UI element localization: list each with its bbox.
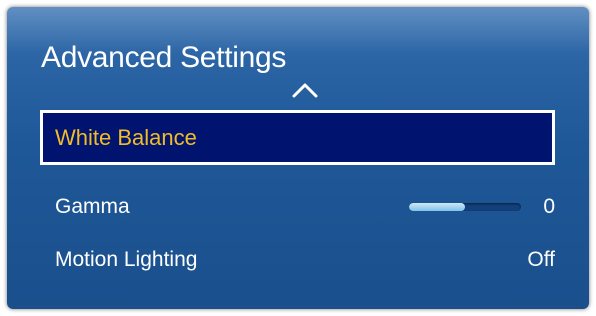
- menu-item-white-balance[interactable]: White Balance: [40, 110, 555, 165]
- menu-item-motion-lighting[interactable]: Motion Lighting Off: [40, 236, 555, 284]
- advanced-settings-panel: Advanced Settings White Balance Gamma 0 …: [7, 7, 589, 309]
- menu-item-label: Motion Lighting: [55, 248, 198, 271]
- gamma-slider[interactable]: [409, 203, 522, 211]
- menu-item-label: White Balance: [55, 124, 197, 150]
- motion-lighting-value: Off: [527, 248, 555, 271]
- menu-item-gamma[interactable]: Gamma 0: [40, 183, 555, 231]
- panel-title: Advanced Settings: [41, 41, 287, 74]
- chevron-up-icon[interactable]: [291, 81, 319, 99]
- gamma-value: 0: [543, 195, 555, 218]
- gamma-slider-fill: [409, 203, 466, 211]
- gamma-control: 0: [409, 195, 555, 219]
- menu-item-label: Gamma: [55, 195, 130, 218]
